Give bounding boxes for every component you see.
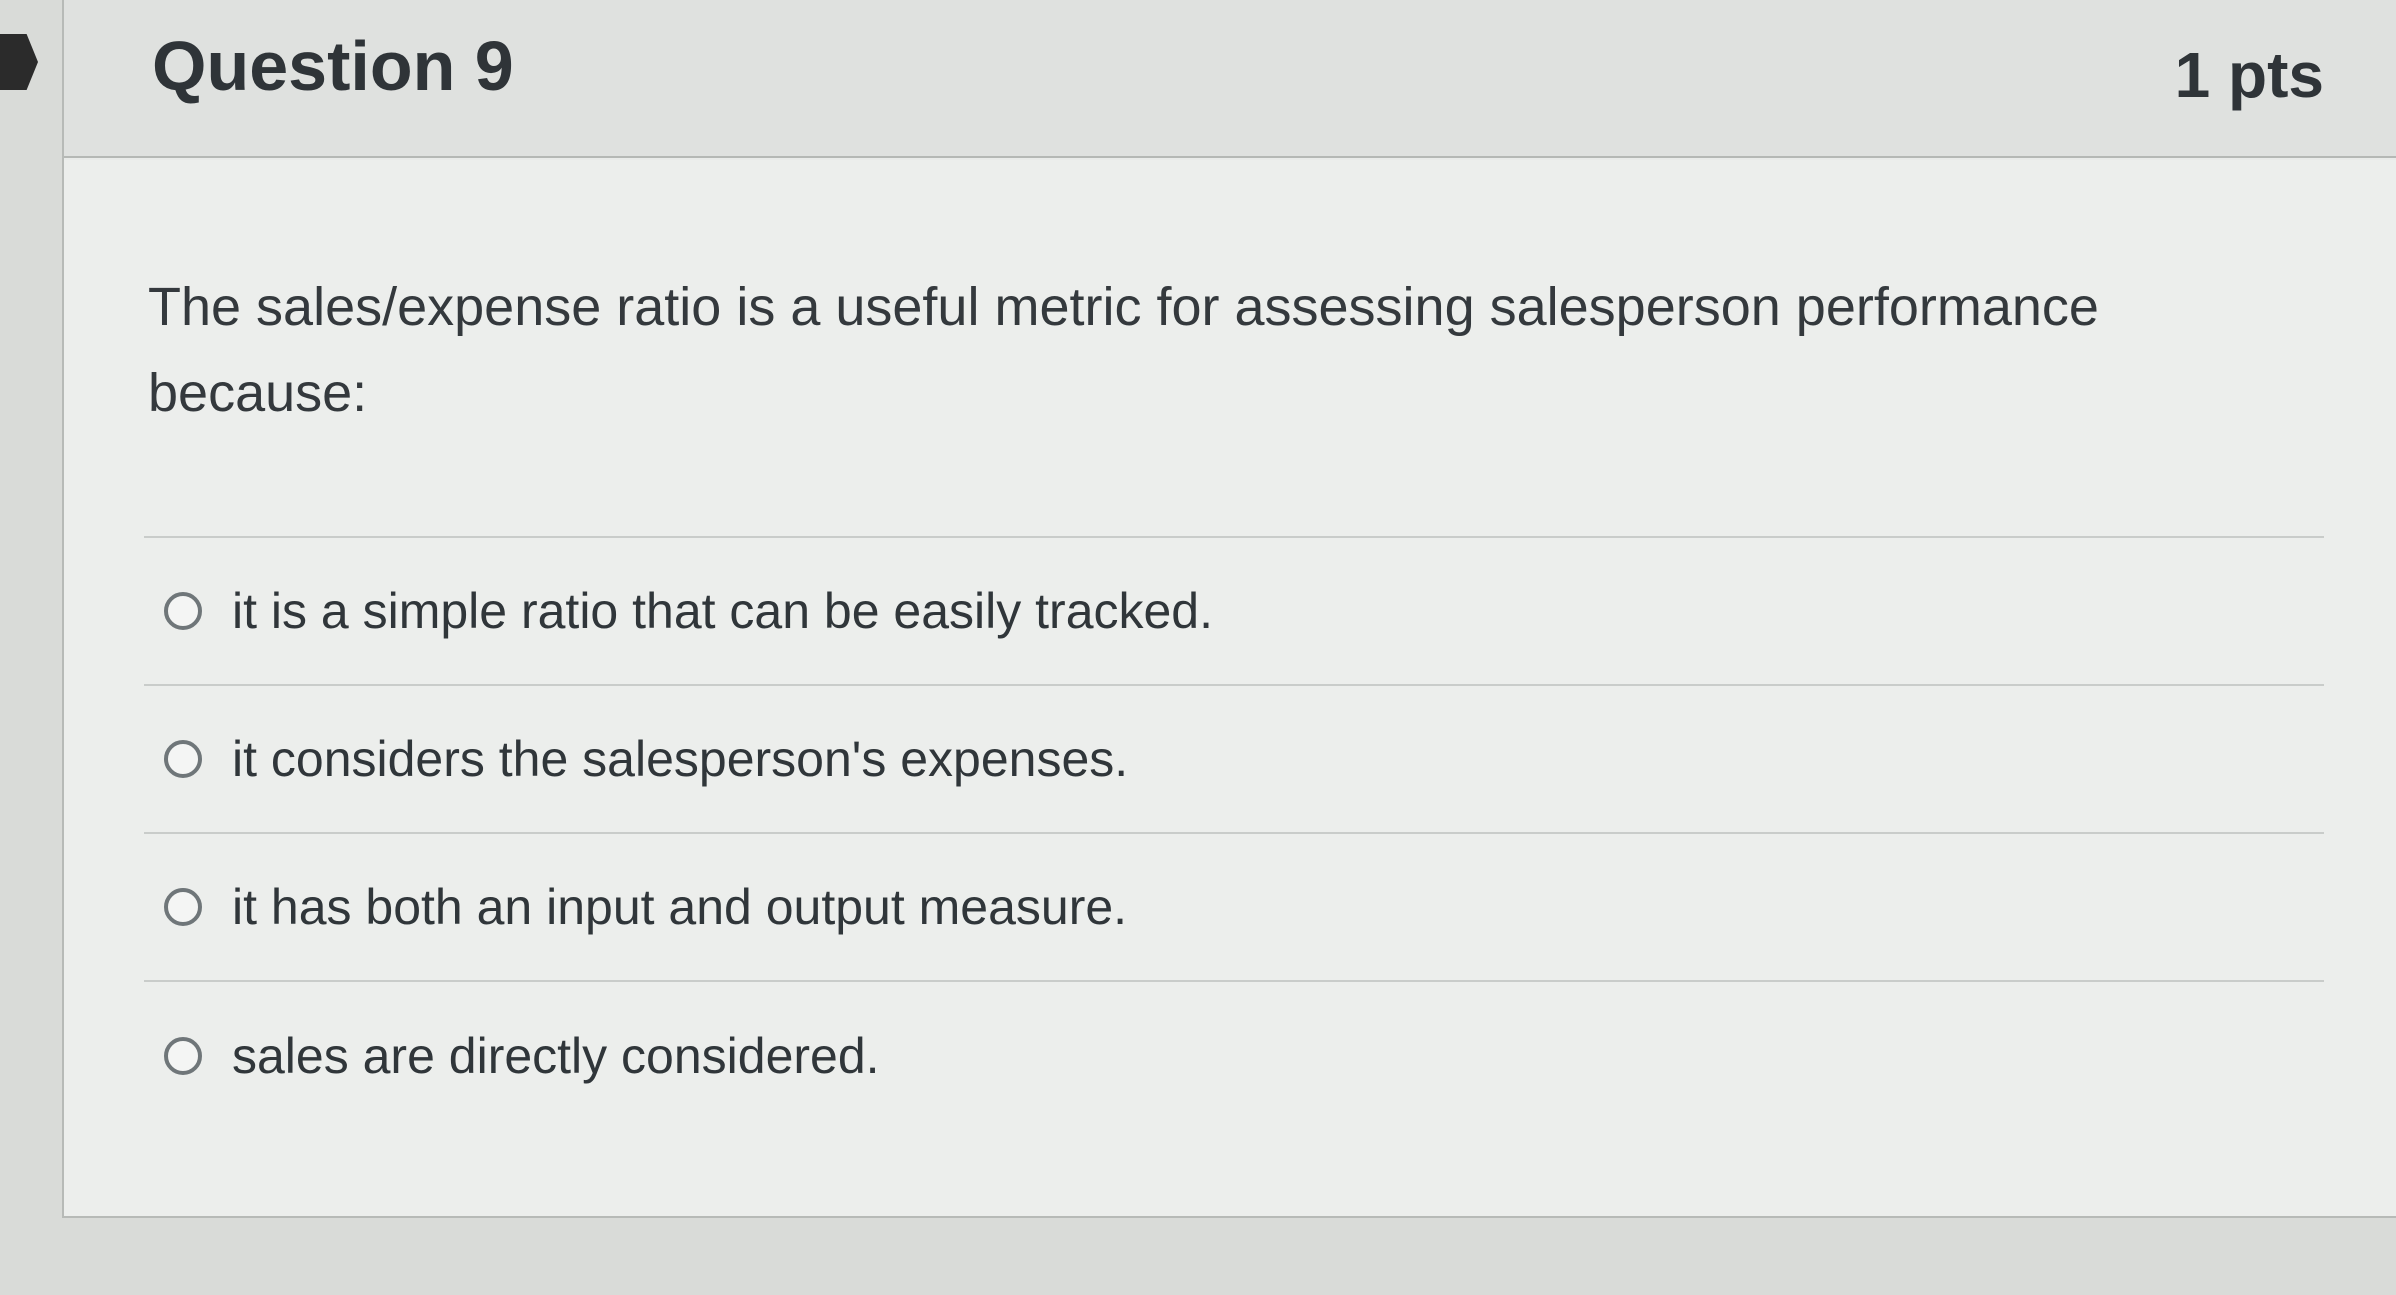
radio-button-icon[interactable] xyxy=(164,740,202,778)
radio-button-icon[interactable] xyxy=(164,592,202,630)
question-points: 1 pts xyxy=(2174,39,2324,111)
answer-list: it is a simple ratio that can be easily … xyxy=(144,536,2324,1130)
question-card: Question 9 1 pts The sales/expense ratio… xyxy=(62,0,2396,1218)
question-body: The sales/expense ratio is a useful metr… xyxy=(64,160,2396,1216)
answer-option-4[interactable]: sales are directly considered. xyxy=(144,982,2324,1130)
answer-option-3[interactable]: it has both an input and output measure. xyxy=(144,834,2324,982)
question-title: Question 9 xyxy=(152,27,514,105)
answer-label: it has both an input and output measure. xyxy=(232,879,1128,935)
question-header: Question 9 1 pts xyxy=(64,0,2396,158)
radio-button-icon[interactable] xyxy=(164,888,202,926)
question-flag-icon[interactable] xyxy=(0,34,38,90)
answer-option-1[interactable]: it is a simple ratio that can be easily … xyxy=(144,538,2324,686)
question-prompt: The sales/expense ratio is a useful metr… xyxy=(148,277,2099,423)
answer-label: it considers the salesperson's expenses. xyxy=(232,731,1129,787)
radio-button-icon[interactable] xyxy=(164,1037,202,1075)
answer-option-2[interactable]: it considers the salesperson's expenses. xyxy=(144,686,2324,834)
answer-label: sales are directly considered. xyxy=(232,1028,880,1084)
answer-label: it is a simple ratio that can be easily … xyxy=(232,583,1214,639)
